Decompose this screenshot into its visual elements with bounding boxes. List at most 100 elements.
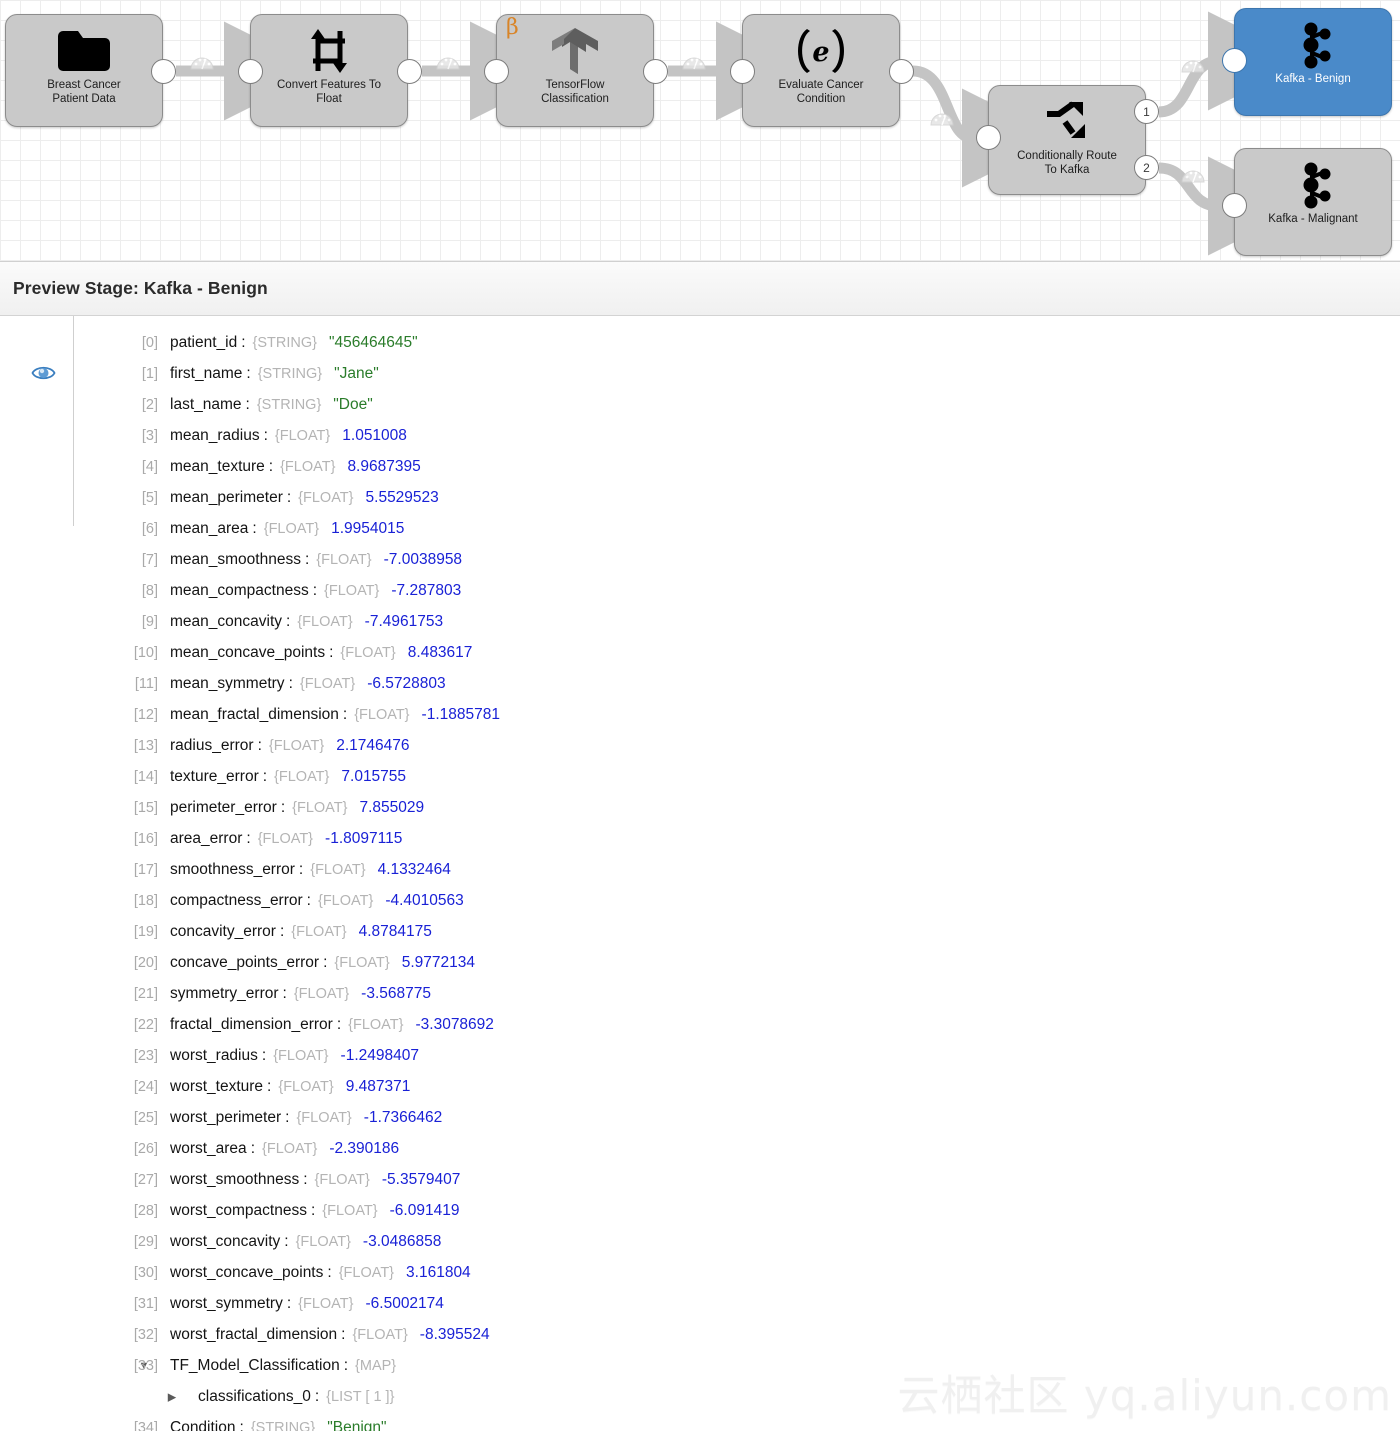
record-field-row[interactable]: [3] mean_radius: {FLOAT} 1.051008 (0, 420, 1400, 451)
record-field-row[interactable]: [16] area_error: {FLOAT} -1.8097115 (0, 823, 1400, 854)
record-field-row[interactable]: [21] symmetry_error: {FLOAT} -3.568775 (0, 978, 1400, 1009)
field-index: [8] (141, 582, 158, 599)
record-field-row[interactable]: [11] mean_symmetry: {FLOAT} -6.5728803 (0, 668, 1400, 699)
record-field-row[interactable]: [23] worst_radius: {FLOAT} -1.2498407 (0, 1040, 1400, 1071)
record-field-row[interactable]: [20] concave_points_error: {FLOAT} 5.977213… (0, 947, 1400, 978)
record-field-row[interactable]: [26] worst_area: {FLOAT} -2.390186 (0, 1133, 1400, 1164)
field-type: {FLOAT} (317, 892, 374, 909)
input-port[interactable] (1222, 193, 1247, 218)
throughput-gauge-icon (1181, 60, 1205, 73)
field-value: 3.161804 (406, 1263, 471, 1281)
field-name: worst_radius (170, 1046, 258, 1064)
record-field-row[interactable]: [6] mean_area: {FLOAT} 1.9954015 (0, 513, 1400, 544)
kafka-icon (1290, 161, 1336, 209)
record-field-row[interactable]: [2] last_name: {STRING} "Doe" (0, 389, 1400, 420)
field-value: -1.8097115 (325, 829, 403, 847)
record-field-row[interactable]: [8] mean_compactness: {FLOAT} -7.287803 (0, 575, 1400, 606)
field-type: {STRING} (250, 1419, 316, 1431)
output-port-2-label: 2 (1143, 160, 1150, 175)
record-field-row[interactable]: [31] worst_symmetry: {FLOAT} -6.5002174 (0, 1288, 1400, 1319)
input-port[interactable] (1222, 48, 1247, 73)
field-colon: : (263, 426, 268, 444)
record-field-row[interactable]: ▶ classifications_0: {LIST [ 1 ]} (0, 1381, 1400, 1412)
field-type: {STRING} (252, 334, 318, 351)
record-field-row[interactable]: [7] mean_smoothness: {FLOAT} -7.0038958 (0, 544, 1400, 575)
output-port[interactable] (151, 59, 176, 84)
field-name: worst_area (170, 1139, 247, 1157)
field-value: 5.5529523 (365, 488, 439, 506)
field-colon: : (314, 1387, 320, 1405)
field-colon: : (282, 984, 287, 1002)
field-index: [16] (133, 830, 158, 847)
field-value: -3.0486858 (362, 1232, 442, 1250)
stage-node-convert-features-to-float[interactable]: Convert Features To Float (250, 14, 408, 127)
record-field-row[interactable]: [1] first_name: {STRING} "Jane" (0, 358, 1400, 389)
field-name: texture_error (170, 767, 259, 785)
record-field-row[interactable]: [19] concavity_error: {FLOAT} 4.8784175 (0, 916, 1400, 947)
field-index: [4] (141, 458, 158, 475)
field-name: concave_points_error (170, 953, 320, 971)
field-colon: : (246, 364, 251, 382)
output-port[interactable] (889, 59, 914, 84)
stage-node-evaluate-cancer-condition[interactable]: e Evaluate Cancer Condition (742, 14, 900, 127)
output-port-2[interactable]: 2 (1134, 155, 1159, 180)
record-field-row[interactable]: [9] mean_concavity: {FLOAT} -7.4961753 (0, 606, 1400, 637)
field-index: [21] (133, 985, 158, 1002)
stage-node-kafka-malignant[interactable]: Kafka - Malignant (1234, 148, 1392, 256)
record-field-row[interactable]: [17] smoothness_error: {FLOAT} 4.1332464 (0, 854, 1400, 885)
field-colon: : (284, 1232, 289, 1250)
input-port[interactable] (484, 59, 509, 84)
input-port[interactable] (730, 59, 755, 84)
pipeline-canvas[interactable]: Breast Cancer Patient Data Convert Featu… (0, 0, 1400, 262)
record-field-row[interactable]: [10] mean_concave_points: {FLOAT} 8.483617 (0, 637, 1400, 668)
field-type: {FLOAT} (273, 1047, 329, 1064)
record-field-row[interactable]: [13] radius_error: {FLOAT} 2.1746476 (0, 730, 1400, 761)
record-field-row[interactable]: [34] Condition: {STRING} "Benign" (0, 1412, 1400, 1431)
field-value: -1.1885781 (421, 705, 500, 723)
output-port[interactable] (397, 59, 422, 84)
input-port[interactable] (238, 59, 263, 84)
stage-node-breast-cancer-patient-data[interactable]: Breast Cancer Patient Data (5, 14, 163, 127)
output-port-1[interactable]: 1 (1134, 99, 1159, 124)
field-value: 9.487371 (345, 1077, 411, 1095)
collapsed-twisty-icon[interactable]: ▶ (164, 1390, 180, 1403)
field-name: worst_texture (170, 1077, 264, 1095)
field-type: {FLOAT} (295, 1233, 351, 1250)
record-field-row[interactable]: [24] worst_texture: {FLOAT} 9.487371 (0, 1071, 1400, 1102)
record-field-row[interactable]: [14] texture_error: {FLOAT} 7.015755 (0, 761, 1400, 792)
expression-evaluator-icon: e (795, 27, 847, 75)
field-type: {FLOAT} (298, 1295, 354, 1312)
field-index: [20] (133, 954, 158, 971)
record-preview-pane[interactable]: [0] patient_id: {STRING} "456464645" [1] firs… (0, 316, 1400, 1431)
field-colon: : (312, 581, 318, 599)
field-colon: : (304, 550, 310, 568)
stage-node-label: Breast Cancer Patient Data (47, 79, 121, 105)
record-field-row[interactable]: [27] worst_smoothness: {FLOAT} -5.3579407 (0, 1164, 1400, 1195)
record-field-row[interactable]: [12] mean_fractal_dimension: {FLOAT} -1.188… (0, 699, 1400, 730)
field-colon: : (239, 1418, 244, 1431)
field-colon: : (261, 1046, 267, 1064)
svg-text:e: e (812, 37, 829, 68)
record-field-row[interactable]: [29] worst_concavity: {FLOAT} -3.0486858 (0, 1226, 1400, 1257)
record-field-row[interactable]: ▼ [33] TF_Model_Classification: {MAP} (0, 1350, 1400, 1381)
record-field-row[interactable]: [22] fractal_dimension_error: {FLOAT} -3.30… (0, 1009, 1400, 1040)
record-field-row[interactable]: [0] patient_id: {STRING} "456464645" (0, 327, 1400, 358)
record-field-row[interactable]: [5] mean_perimeter: {FLOAT} 5.5529523 (0, 482, 1400, 513)
record-field-row[interactable]: [4] mean_texture: {FLOAT} 8.9687395 (0, 451, 1400, 482)
record-field-row[interactable]: [18] compactness_error: {FLOAT} -4.4010563 (0, 885, 1400, 916)
field-value: 8.483617 (407, 643, 473, 661)
record-field-row[interactable]: [15] perimeter_error: {FLOAT} 7.855029 (0, 792, 1400, 823)
output-port[interactable] (643, 59, 668, 84)
stage-node-kafka-benign[interactable]: Kafka - Benign (1234, 8, 1392, 116)
field-index: [25] (133, 1109, 158, 1126)
field-colon: : (241, 333, 246, 351)
record-field-row[interactable]: [32] worst_fractal_dimension: {FLOAT} -8.39… (0, 1319, 1400, 1350)
input-port[interactable] (976, 125, 1001, 150)
record-field-row[interactable]: [30] worst_concave_points: {FLOAT} 3.161804 (0, 1257, 1400, 1288)
record-field-row[interactable]: [25] worst_perimeter: {FLOAT} -1.7366462 (0, 1102, 1400, 1133)
record-field-row[interactable]: [28] worst_compactness: {FLOAT} -6.091419 (0, 1195, 1400, 1226)
field-value: -7.4961753 (364, 612, 444, 630)
stage-node-tensorflow-classification[interactable]: β TensorFlow Classification (496, 14, 654, 127)
field-colon: : (298, 860, 304, 878)
stage-node-conditionally-route-to-kafka[interactable]: Conditionally Route To Kafka (988, 85, 1146, 195)
